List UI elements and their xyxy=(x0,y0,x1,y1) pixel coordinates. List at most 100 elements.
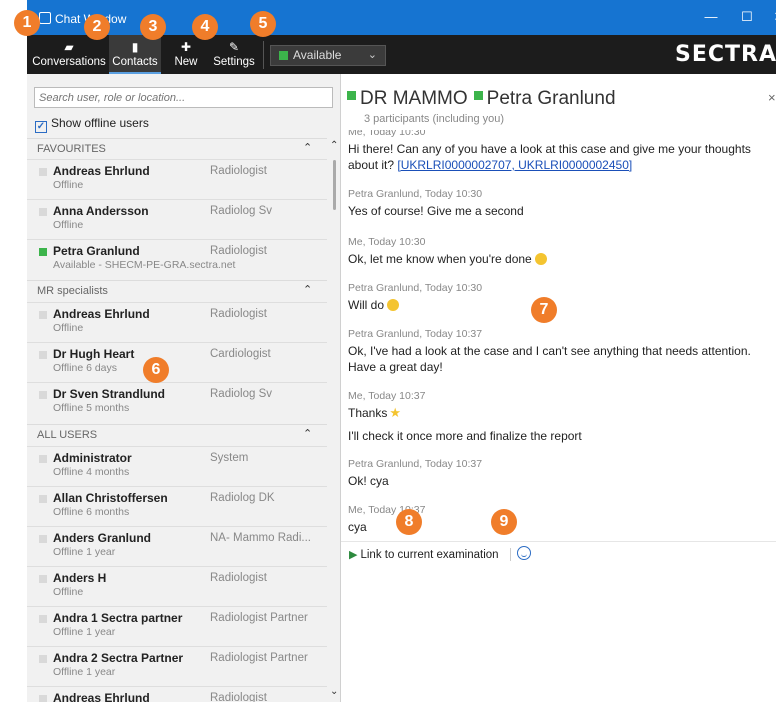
offline-status-icon xyxy=(39,168,47,176)
contact-name: Andreas Ehrlund xyxy=(53,164,150,178)
offline-status-icon xyxy=(39,695,47,702)
link-exam-icon: ▶ xyxy=(349,549,358,561)
contact-status: Offline 6 months xyxy=(53,506,130,518)
maximize-button[interactable]: ☐ xyxy=(737,8,757,26)
show-offline-checkbox[interactable]: ✓ Show offline users xyxy=(35,116,149,133)
message-body: Ok! cya xyxy=(348,474,389,488)
contacts-icon: ▮ xyxy=(131,40,139,54)
section-header-favourites: FAVOURITES ⌃ xyxy=(27,138,327,158)
exam-link[interactable]: [UKRLRI0000002707, UKRLRI0000002450] xyxy=(397,158,632,172)
contact-role: Radiologist Partner xyxy=(210,652,308,664)
status-indicator-icon xyxy=(279,51,288,60)
section-header-mr-specialists: MR specialists ⌃ xyxy=(27,280,327,300)
contacts-panel: ✓ Show offline users FAVOURITES ⌃ Andreas… xyxy=(27,74,341,702)
close-window-button[interactable]: ✕ xyxy=(769,8,776,26)
minimize-button[interactable]: — xyxy=(701,8,721,26)
online-status-icon xyxy=(473,91,483,100)
contact-item[interactable]: Andra 1 Sectra partner Offline 1 year Ra… xyxy=(27,606,327,644)
collapse-icon[interactable]: ⌃ xyxy=(303,283,312,296)
message-body: I'll check it once more and finalize the… xyxy=(348,429,582,443)
section-header-all-users: ALL USERS ⌃ xyxy=(27,424,327,444)
toolbar-divider xyxy=(263,41,264,69)
message-meta: Me, Today 10:30 xyxy=(348,236,426,248)
contact-item[interactable]: Dr Hugh Heart Offline 6 days Cardiologis… xyxy=(27,342,327,380)
contact-role: NA- Mammo Radi... xyxy=(210,532,311,544)
message: Me, Today 10:30 Hi there! Can any of you… xyxy=(348,130,773,173)
contact-role: Radiologist xyxy=(210,692,267,702)
contact-role: Radiologist xyxy=(210,245,267,257)
conversations-icon: ▰ xyxy=(64,40,74,54)
section-title: FAVOURITES xyxy=(37,143,106,155)
emoji-picker-icon[interactable] xyxy=(517,546,531,560)
new-chat-icon: ✚ xyxy=(180,40,192,54)
contact-item[interactable]: Petra Granlund Available - SHECM-PE-GRA.… xyxy=(27,239,327,277)
message-text: Thanks xyxy=(348,406,388,420)
offline-status-icon xyxy=(39,535,47,543)
message: Petra Granlund, Today 10:30 Yes of cours… xyxy=(348,188,773,219)
contact-item[interactable]: Allan Christoffersen Offline 6 months Ra… xyxy=(27,486,327,524)
smiley-emoji-icon xyxy=(387,299,400,311)
offline-status-icon xyxy=(39,351,47,359)
collapse-icon[interactable]: ⌃ xyxy=(303,427,312,440)
contact-item[interactable]: Anders H Offline Radiologist xyxy=(27,566,327,604)
scroll-thumb[interactable] xyxy=(333,160,336,210)
scroll-up-icon[interactable]: ⌃ xyxy=(330,140,338,151)
section-title: MR specialists xyxy=(37,285,108,297)
contact-item[interactable]: Andreas Ehrlund Radiologist xyxy=(27,686,327,702)
contact-status: Offline 6 days xyxy=(53,362,118,374)
new-button[interactable]: ✚ New xyxy=(171,35,201,74)
contacts-button[interactable]: ▮ Contacts xyxy=(109,35,161,74)
contact-item[interactable]: Administrator Offline 4 months System xyxy=(27,446,327,484)
settings-button[interactable]: ✎ Settings xyxy=(211,35,257,74)
message-body: Yes of course! Give me a second xyxy=(348,204,524,218)
contact-item[interactable]: Dr Sven Strandlund Offline 5 months Radi… xyxy=(27,382,327,420)
callout-9: 9 xyxy=(491,509,517,535)
contact-name: Andreas Ehrlund xyxy=(53,691,150,702)
callout-3: 3 xyxy=(140,14,166,40)
message-list: Me, Today 10:30 Hi there! Can any of you… xyxy=(341,130,776,540)
toolbar: ▰ Conversations ▮ Contacts ✚ New ✎ Setti… xyxy=(27,35,776,74)
contacts-scrollbar[interactable]: ⌃ ⌄ xyxy=(328,140,340,702)
contact-name: Dr Sven Strandlund xyxy=(53,387,166,401)
scroll-down-icon[interactable]: ⌄ xyxy=(330,686,338,697)
callout-6: 6 xyxy=(143,357,169,383)
contact-name: Dr Hugh Heart xyxy=(53,347,135,361)
contact-item[interactable]: Andreas Ehrlund Offline Radiologist xyxy=(27,302,327,340)
link-examination-button[interactable]: ▶ Link to current examination xyxy=(349,548,499,561)
offline-status-icon xyxy=(39,311,47,319)
message-body: Will do xyxy=(348,297,773,313)
contact-item[interactable]: Andra 2 Sectra Partner Offline 1 year Ra… xyxy=(27,646,327,684)
settings-label: Settings xyxy=(213,56,255,68)
contact-name: Administrator xyxy=(53,451,132,465)
contact-item[interactable]: Anna Andersson Offline Radiolog Sv xyxy=(27,199,327,237)
contact-item[interactable]: Andreas Ehrlund Offline Radiologist xyxy=(27,159,327,197)
contacts-label: Contacts xyxy=(112,56,158,68)
section-title: ALL USERS xyxy=(37,429,98,441)
contact-status: Offline xyxy=(53,179,84,191)
contact-status: Offline 4 months xyxy=(53,466,130,478)
contact-status: Offline xyxy=(53,322,84,334)
offline-status-icon xyxy=(39,575,47,583)
offline-status-icon xyxy=(39,655,47,663)
search-input[interactable] xyxy=(34,87,333,108)
message-input[interactable] xyxy=(341,565,776,702)
composer-divider xyxy=(510,548,511,561)
close-conversation-icon[interactable]: × xyxy=(768,90,776,105)
chevron-down-icon: ⌄ xyxy=(367,49,377,61)
message-body: Ok, let me know when you're done xyxy=(348,251,773,267)
message: Petra Granlund, Today 10:30 Will do xyxy=(348,282,773,313)
contact-role: Radiologist xyxy=(210,308,267,320)
contact-name: Anders H xyxy=(53,571,107,585)
collapse-icon[interactable]: ⌃ xyxy=(303,141,312,154)
link-exam-label: Link to current examination xyxy=(360,549,499,561)
status-dropdown[interactable]: Available ⌄ xyxy=(270,45,386,66)
conversations-button[interactable]: ▰ Conversations xyxy=(31,35,107,74)
contact-role: Radiolog Sv xyxy=(210,388,273,400)
contact-item[interactable]: Anders Granlund Offline 1 year NA- Mammo… xyxy=(27,526,327,564)
contact-status: Offline 1 year xyxy=(53,666,116,678)
message-body: Thanks ★ xyxy=(348,405,773,421)
show-offline-label: Show offline users xyxy=(51,116,149,130)
contact-status: Offline 1 year xyxy=(53,546,116,558)
callout-4: 4 xyxy=(192,14,218,40)
message-meta: Petra Granlund, Today 10:30 xyxy=(348,188,483,200)
